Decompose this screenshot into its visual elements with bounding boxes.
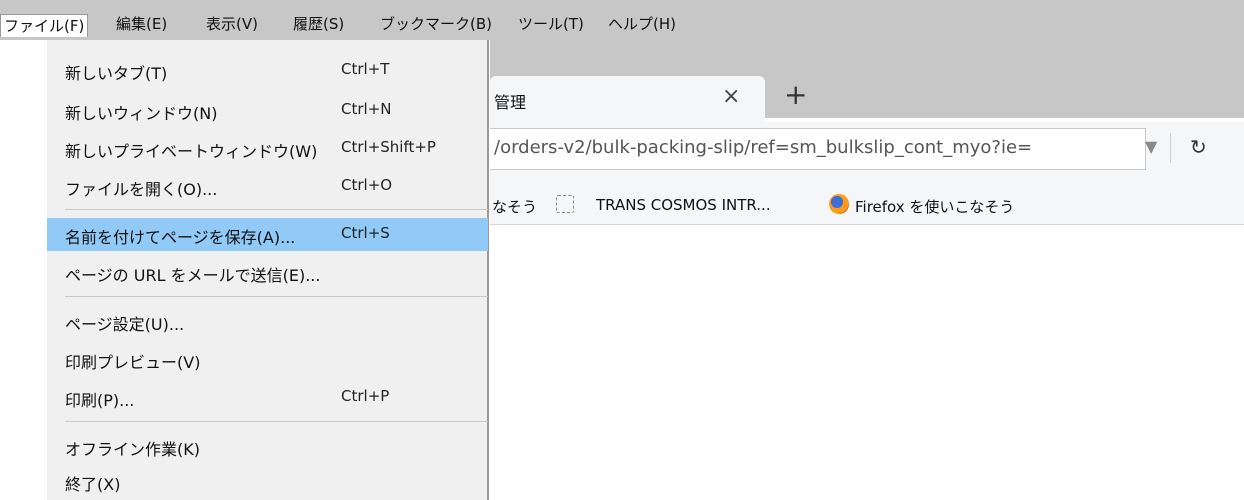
reload-icon[interactable]: ↻ (1190, 135, 1207, 159)
menu-item-label: 名前を付けてページを保存(A)... (65, 228, 296, 247)
menu-item-label: 印刷(P)... (65, 391, 135, 410)
menu-item-work-offline[interactable]: オフライン作業(K) (47, 430, 488, 463)
menu-help[interactable]: ヘルプ(H) (608, 13, 676, 35)
menu-item-print[interactable]: 印刷(P)... Ctrl+P (47, 381, 488, 414)
tab-title: 管理 (494, 93, 527, 112)
menu-item-label: ページの URL をメールで送信(E)... (65, 266, 321, 285)
menu-item-new-window[interactable]: 新しいウィンドウ(N) Ctrl+N (47, 94, 488, 127)
menu-item-label: 新しいウィンドウ(N) (65, 104, 218, 123)
url-separator (1170, 133, 1171, 163)
menu-item-print-preview[interactable]: 印刷プレビュー(V) (47, 343, 488, 376)
url-text[interactable]: /orders-v2/bulk-packing-slip/ref=sm_bulk… (494, 137, 1032, 158)
menu-item-page-setup[interactable]: ページ設定(U)... (47, 305, 488, 338)
menu-item-shortcut: Ctrl+N (341, 100, 392, 118)
menu-item-label: 新しいプライベートウィンドウ(W) (65, 142, 318, 161)
menu-item-shortcut: Ctrl+Shift+P (341, 138, 436, 156)
menu-edit[interactable]: 編集(E) (116, 13, 167, 35)
menu-bar: ファイル(F) 編集(E) 表示(V) 履歴(S) ブックマーク(B) ツール(… (0, 0, 1244, 40)
menu-item-exit[interactable]: 終了(X) (47, 465, 488, 498)
menu-item-shortcut: Ctrl+P (341, 387, 390, 405)
menu-history[interactable]: 履歴(S) (293, 13, 344, 35)
menu-file[interactable]: ファイル(F) (0, 14, 89, 37)
menu-item-email-link[interactable]: ページの URL をメールで送信(E)... (47, 256, 488, 289)
folder-icon (556, 195, 574, 213)
menu-separator (65, 209, 488, 210)
menu-item-label: ファイルを開く(O)... (65, 180, 218, 199)
menu-item-label: 新しいタブ(T) (65, 64, 168, 83)
menu-item-label: オフライン作業(K) (65, 440, 200, 459)
menu-item-save-page-as[interactable]: 名前を付けてページを保存(A)... Ctrl+S (47, 218, 488, 251)
file-menu-dropdown: 新しいタブ(T) Ctrl+T 新しいウィンドウ(N) Ctrl+N 新しいプラ… (47, 40, 489, 500)
bookmark-item[interactable]: なそう (492, 196, 537, 217)
new-tab-icon[interactable]: + (784, 80, 807, 110)
chevron-down-icon[interactable]: ▼ (1145, 137, 1157, 156)
menu-item-label: ページ設定(U)... (65, 315, 185, 334)
bookmark-item[interactable]: Firefox を使いこなそう (855, 196, 1014, 217)
menu-item-shortcut: Ctrl+O (341, 176, 393, 194)
menu-item-shortcut: Ctrl+S (341, 224, 390, 242)
menu-item-open-file[interactable]: ファイルを開く(O)... Ctrl+O (47, 170, 488, 203)
menu-separator (65, 421, 488, 422)
menu-item-new-tab[interactable]: 新しいタブ(T) Ctrl+T (47, 54, 488, 87)
menu-tools[interactable]: ツール(T) (518, 13, 584, 35)
menu-item-label: 終了(X) (65, 475, 121, 494)
menu-item-shortcut: Ctrl+T (341, 60, 390, 78)
menu-item-label: 印刷プレビュー(V) (65, 353, 201, 372)
menu-item-new-private-window[interactable]: 新しいプライベートウィンドウ(W) Ctrl+Shift+P (47, 132, 488, 165)
firefox-icon (829, 194, 849, 214)
menu-bookmarks[interactable]: ブックマーク(B) (380, 13, 492, 35)
bookmark-item[interactable]: TRANS COSMOS INTR... (596, 196, 771, 214)
menu-separator (65, 296, 488, 297)
menu-view[interactable]: 表示(V) (206, 13, 258, 35)
close-icon[interactable]: × (722, 84, 740, 109)
